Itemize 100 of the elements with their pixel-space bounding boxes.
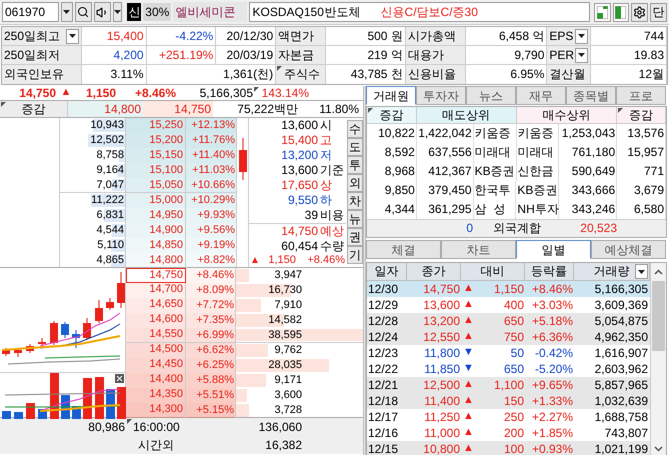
price-label: 비용 — [319, 208, 345, 223]
dropdown-button[interactable] — [66, 28, 79, 44]
tab[interactable]: 프로 — [616, 86, 666, 105]
scroll-up-icon — [654, 269, 663, 275]
turnover-rate: 11.80% — [318, 102, 360, 116]
tab[interactable]: 종목별 — [566, 86, 616, 105]
price-change: 650 — [504, 314, 524, 328]
price-change: 400 — [504, 298, 524, 312]
table-cell: 4,344 — [384, 202, 415, 217]
direction-arrow: ▲ — [463, 410, 474, 424]
column-header: 매수상위 — [542, 108, 590, 122]
dropdown-button[interactable] — [61, 2, 73, 22]
chart-button[interactable] — [594, 2, 611, 22]
table-cell: 6,580 — [634, 202, 664, 217]
table-row[interactable]: 12/21 12,500 ▲ 1,100 +9.65% 5,857,965 — [367, 377, 650, 393]
tab[interactable]: 뉴스 — [466, 86, 516, 105]
info-label: 자본금 — [278, 48, 314, 62]
direction-arrow: ▲ — [463, 394, 474, 408]
corner-mark-icon — [254, 86, 259, 92]
candle — [26, 344, 34, 354]
dropdown-button[interactable] — [575, 48, 588, 62]
table-row[interactable]: 12/23 11,800 ▼ 50 -0.42% 1,616,907 — [367, 345, 650, 361]
stock-code-field[interactable]: 061970 — [2, 2, 59, 22]
table-row[interactable]: 12/22 11,850 ▼ 650 -5.20% 2,603,962 — [367, 361, 650, 377]
price-value: 13,600 — [281, 163, 318, 178]
trade-volume: 1,032,639 — [594, 394, 648, 408]
price-change: 750 — [504, 330, 524, 344]
candle — [95, 300, 103, 324]
date-cell: 12/15 — [368, 442, 398, 455]
trade-volume: 4,962,350 — [594, 330, 648, 344]
tab[interactable]: 거래원 — [366, 86, 416, 105]
bid-volume: 3,947 — [274, 268, 302, 283]
chart-button[interactable] — [612, 2, 630, 22]
table-row[interactable]: 12/28 13,200 ▲ 650 +5.18% 5,054,875 — [367, 313, 650, 329]
unit-button[interactable]: 단 — [650, 2, 667, 22]
ask-volume: 4,865 — [96, 253, 125, 268]
broker-name: KB증권 — [517, 183, 558, 198]
side-button[interactable]: 기 — [347, 246, 363, 264]
scroll-thumb[interactable] — [652, 281, 665, 351]
side-button[interactable]: 외 — [347, 174, 363, 192]
tab[interactable]: 체결 — [366, 240, 441, 259]
trade-volume: 743,807 — [604, 426, 648, 440]
table-row[interactable]: 12/18 11,400 ▲ 150 +1.33% 1,032,639 — [367, 393, 650, 409]
trade-volume: 1,688,758 — [594, 410, 648, 424]
bid-price-cell[interactable]: 14,700 — [126, 283, 186, 298]
tab[interactable]: 일별 — [516, 240, 591, 259]
tab[interactable]: 차트 — [441, 240, 516, 259]
market-time: 16:00:00 — [133, 420, 180, 434]
candle — [61, 322, 69, 338]
corner-mark-icon — [127, 419, 132, 424]
table-row[interactable]: 12/30 14,750 ▲ 1,150 +8.46% 5,166,305 — [367, 281, 650, 297]
price-label: 상 — [319, 178, 333, 193]
table-row[interactable]: 12/16 11,000 ▲ 200 +1.85% 743,807 — [367, 425, 650, 441]
tab[interactable]: 예상체결 — [591, 240, 666, 259]
table-row[interactable]: 12/15 10,800 ▲ 100 +0.93% 1,021,199 — [367, 441, 650, 455]
side-button[interactable]: 도 — [347, 138, 363, 156]
search-button[interactable] — [74, 2, 92, 22]
column-header: 일자 — [374, 264, 398, 279]
side-button[interactable]: 권 — [347, 228, 363, 246]
direction-arrow: ▲ — [463, 282, 474, 296]
dropdown-button[interactable] — [635, 264, 648, 279]
after-hours-volume: 16,382 — [265, 438, 302, 452]
settings-button[interactable] — [631, 2, 648, 22]
ask-change-rate: +9.19% — [197, 238, 235, 253]
tab[interactable]: 재무 — [516, 86, 566, 105]
volume-ratio: 143.14% — [262, 86, 309, 100]
price-value: 13,200 — [281, 148, 318, 163]
table-row[interactable]: 12/24 12,550 ▲ 750 +6.36% 4,962,350 — [367, 329, 650, 345]
bid-total: 136,060 — [258, 420, 302, 434]
change-rate: -0.42% — [534, 346, 573, 360]
bid-change-rate: +6.25% — [196, 358, 234, 373]
info-label: EPS — [549, 28, 574, 44]
side-button[interactable]: 수 — [347, 120, 363, 138]
bid-price-cell[interactable]: 14,600 — [126, 313, 186, 328]
price-value: 13,600 — [281, 118, 318, 133]
info-label: 액면가 — [278, 28, 314, 44]
table-row[interactable]: 12/29 13,600 ▲ 400 +3.03% 3,609,369 — [367, 297, 650, 313]
sound-button[interactable] — [94, 2, 111, 22]
table-row[interactable]: 12/17 11,250 ▲ 250 +2.27% 1,688,758 — [367, 409, 650, 425]
bid-price-cell[interactable]: 14,550 — [126, 328, 186, 342]
trade-volume: 5,166,305 — [198, 86, 253, 100]
price-change: 650 — [504, 362, 524, 376]
table-cell: 343,246 — [572, 202, 616, 217]
bid-volume: 3,600 — [274, 388, 302, 403]
scrollbar[interactable] — [650, 263, 666, 455]
side-button[interactable]: 차 — [347, 192, 363, 210]
side-button[interactable]: 투 — [347, 156, 363, 174]
candle — [14, 348, 22, 358]
close-price: 14,750 — [423, 282, 460, 296]
side-button[interactable]: 뉴 — [347, 210, 363, 228]
table-cell: 637,556 — [428, 145, 472, 160]
ask-change-rate: +8.82% — [197, 253, 235, 268]
caret-icon — [114, 10, 121, 14]
dropdown-button[interactable] — [112, 2, 122, 22]
bid-price-cell[interactable]: 14,750 — [126, 268, 186, 283]
bid-price-cell[interactable]: 14,650 — [126, 298, 186, 313]
price-change: 1,150 — [494, 282, 524, 296]
ask-change-rate: +9.56% — [197, 223, 235, 238]
dropdown-button[interactable] — [575, 28, 588, 44]
tab[interactable]: 투자자 — [416, 86, 466, 105]
